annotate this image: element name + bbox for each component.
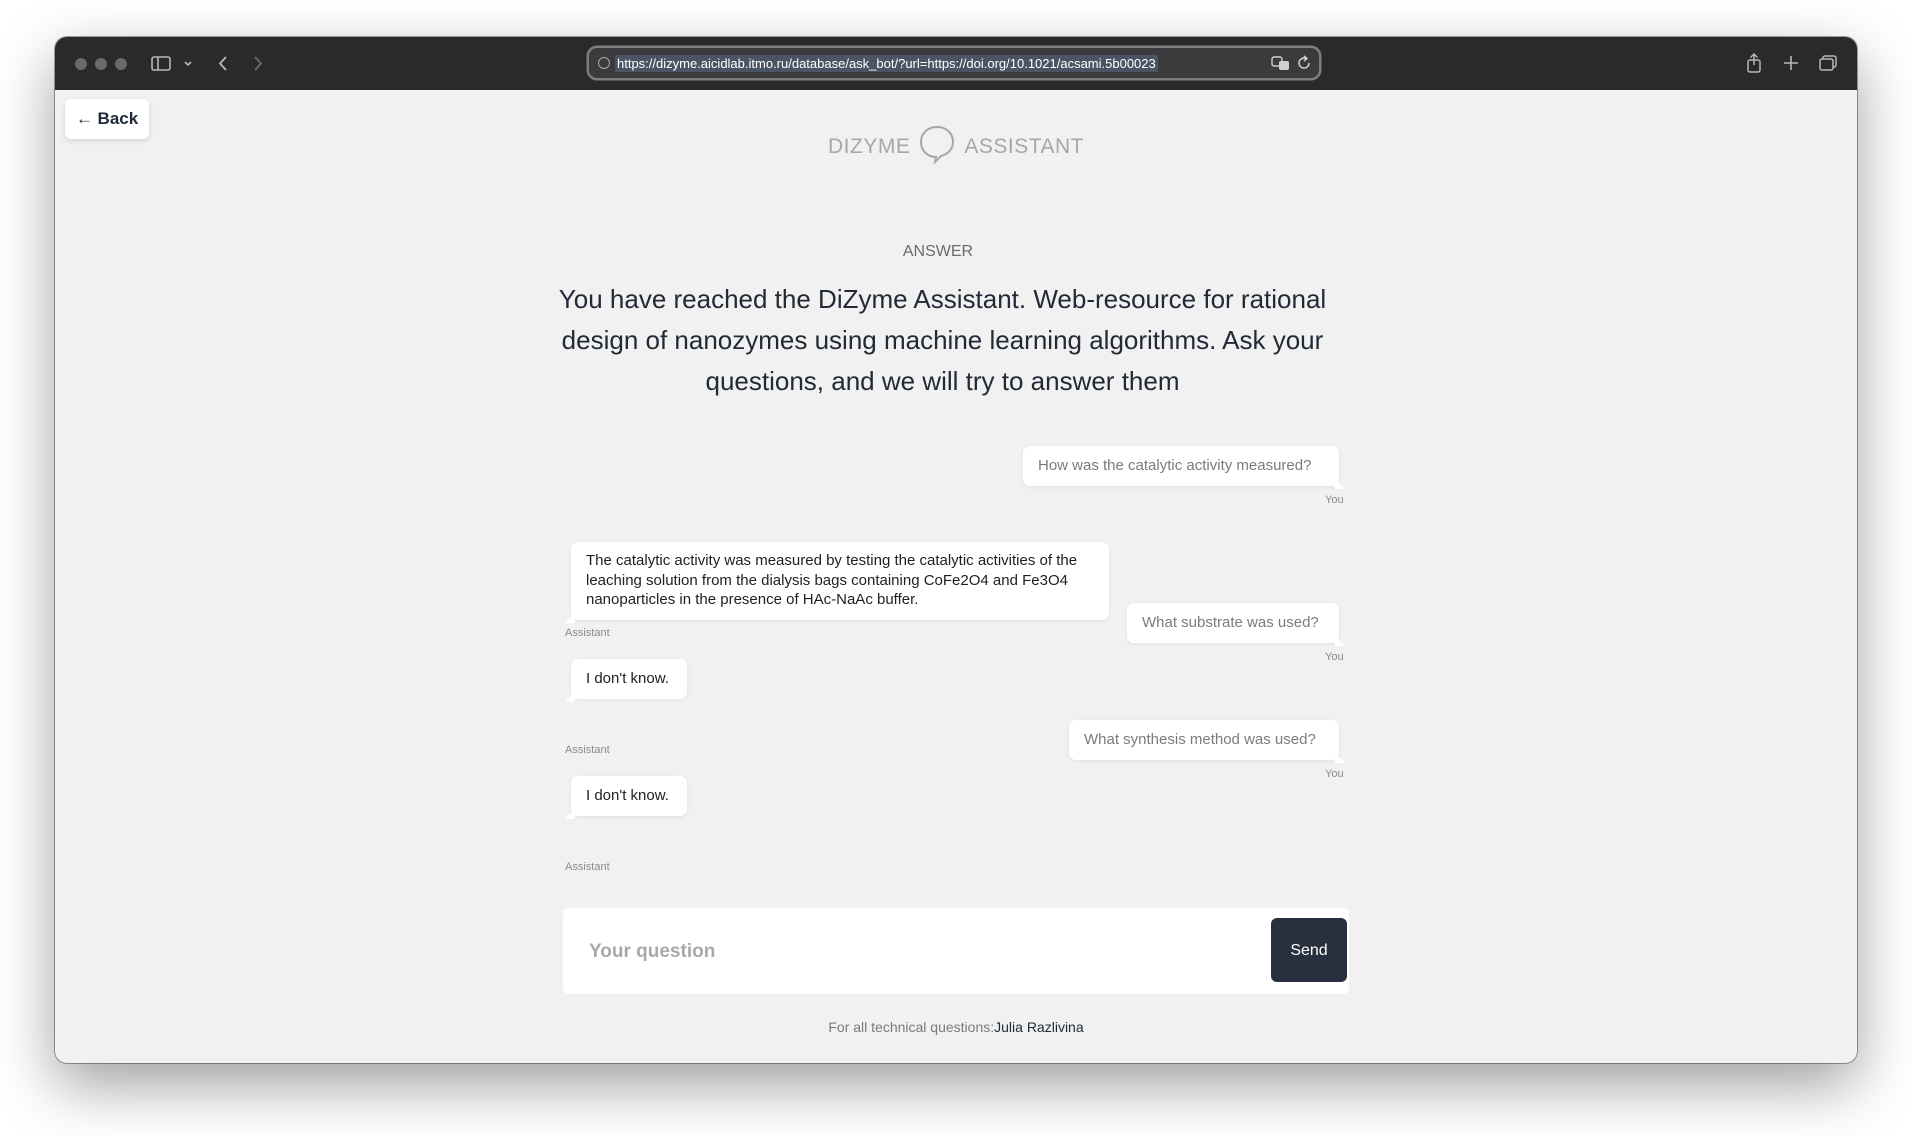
message-text: What substrate was used? (1142, 614, 1319, 631)
question-input[interactable] (573, 918, 1151, 986)
zoom-window-icon[interactable] (115, 58, 127, 70)
close-window-icon[interactable] (75, 58, 87, 70)
message-text: I don't know. (586, 670, 669, 687)
question-form: Send (563, 908, 1349, 994)
globe-icon (598, 57, 610, 69)
contact-link[interactable]: Julia Razlivina (994, 1019, 1083, 1035)
translate-icon[interactable] (1271, 53, 1291, 78)
sender-label: Assistant (565, 744, 610, 756)
forward-arrow-icon[interactable] (252, 51, 264, 81)
assistant-message: I don't know. (565, 659, 687, 702)
sender-label: Assistant (565, 861, 610, 873)
assistant-message: The catalytic activity was measured by t… (565, 542, 1109, 623)
sender-label: You (1325, 494, 1344, 506)
message-text: What synthesis method was used? (1084, 731, 1316, 748)
sender-label: Assistant (565, 627, 610, 639)
user-message: How was the catalytic activity measured? (1023, 446, 1345, 489)
back-arrow-icon[interactable] (217, 51, 229, 81)
message-text: How was the catalytic activity measured? (1038, 457, 1312, 474)
sender-label: You (1325, 651, 1344, 663)
sidebar-toggle-icon[interactable] (151, 51, 171, 81)
address-bar[interactable]: https://dizyme.aicidlab.itmo.ru/database… (589, 48, 1319, 78)
browser-toolbar: https://dizyme.aicidlab.itmo.ru/database… (55, 37, 1857, 90)
assistant-message: I don't know. (565, 776, 687, 819)
browser-window: https://dizyme.aicidlab.itmo.ru/database… (55, 37, 1857, 1063)
plus-icon[interactable] (1782, 51, 1800, 81)
message-text: I don't know. (586, 787, 669, 804)
sender-label: You (1325, 768, 1344, 780)
message-text: The catalytic activity was measured by t… (586, 552, 1078, 608)
brand-logo: DIZYME ASSISTANT (55, 124, 1857, 166)
page-title: You have reached the DiZyme Assistant. W… (558, 284, 1327, 396)
speech-bubble-icon (918, 124, 956, 170)
footer-text: For all technical questions: (828, 1019, 995, 1035)
minimize-window-icon[interactable] (95, 58, 107, 70)
user-message: What substrate was used? (1127, 603, 1345, 646)
brand-left-text: DIZYME (828, 135, 911, 158)
share-icon[interactable] (1745, 51, 1763, 81)
url-text[interactable]: https://dizyme.aicidlab.itmo.ru/database… (615, 55, 1158, 72)
brand-right-text: ASSISTANT (964, 135, 1084, 158)
footer: For all technical questions:Julia Razliv… (55, 1019, 1857, 1035)
chevron-down-icon[interactable] (183, 51, 193, 81)
page-content: ← Back DIZYME ASSISTANT ANSWER You have … (55, 90, 1857, 1063)
send-button[interactable]: Send (1271, 918, 1347, 982)
tab-overview-icon[interactable] (1818, 51, 1838, 81)
reload-icon[interactable] (1295, 53, 1313, 78)
answer-label: ANSWER (902, 243, 974, 260)
user-message: What synthesis method was used? (1069, 720, 1345, 763)
